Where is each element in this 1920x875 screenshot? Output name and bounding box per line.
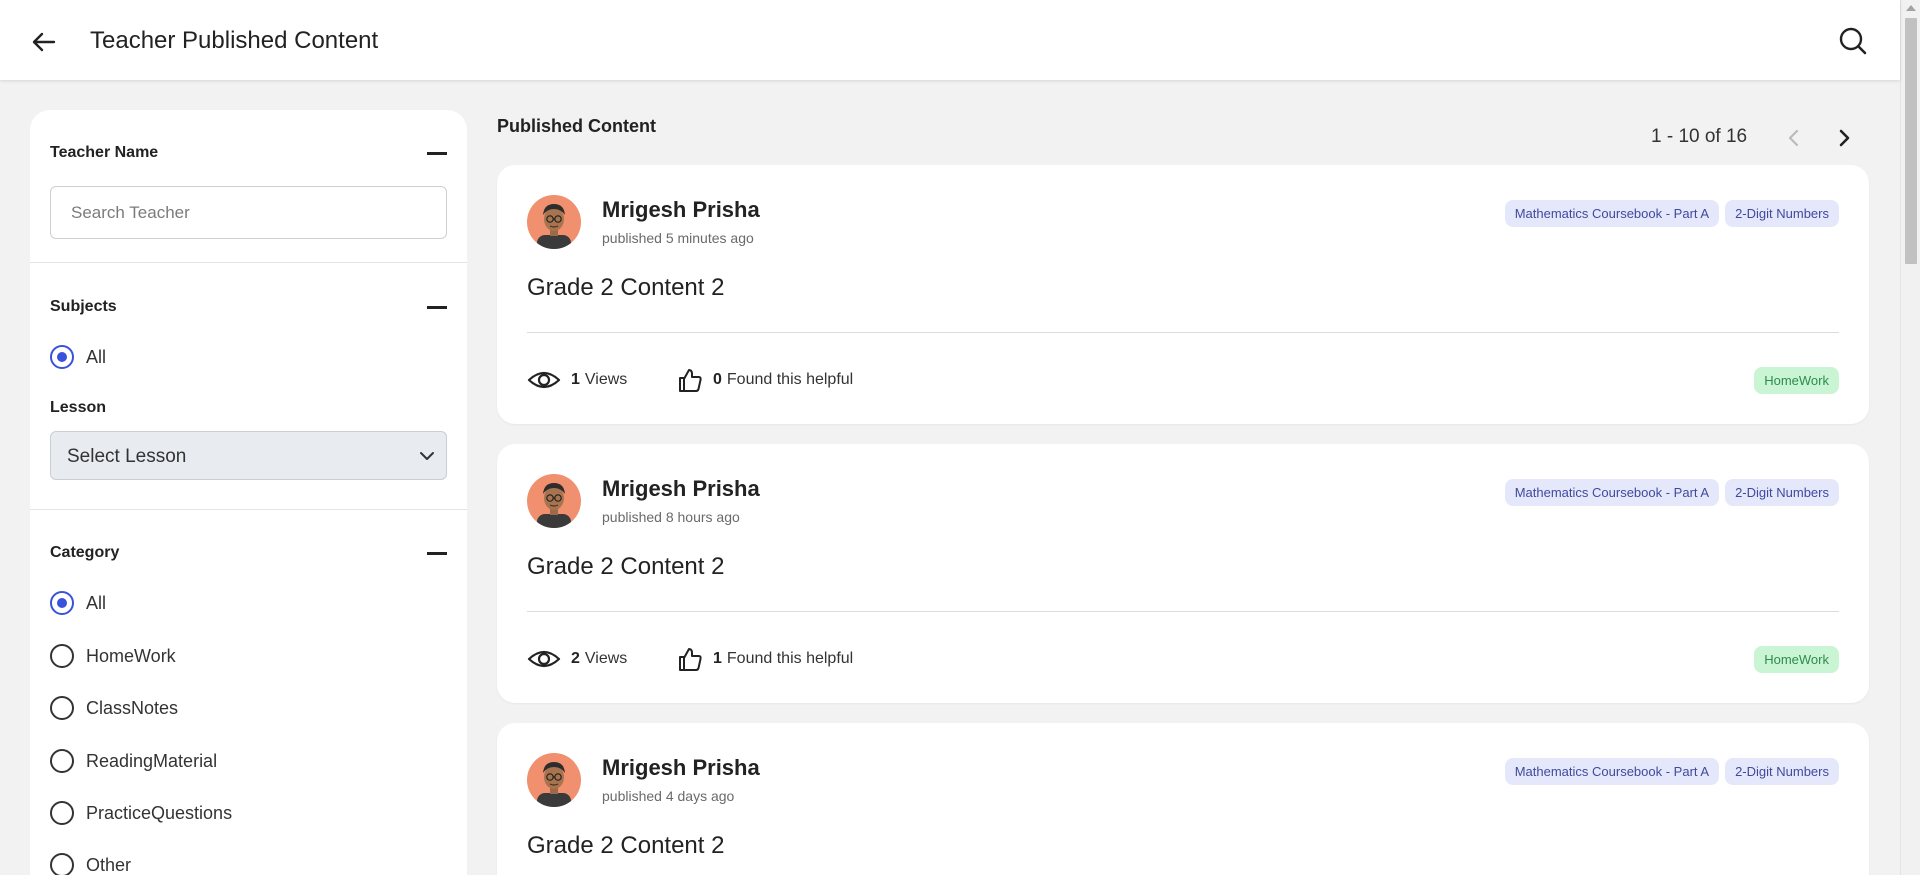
lesson-heading: Lesson (50, 399, 107, 416)
lesson-select-value: Select Lesson (67, 446, 187, 467)
scrollbar-thumb[interactable] (1905, 18, 1917, 264)
category-option-practicequestions[interactable]: PracticeQuestions (50, 798, 232, 828)
published-time: published 5 minutes ago (602, 230, 754, 246)
views-stat: 2 Views (527, 644, 627, 674)
subject-option-all[interactable]: All (50, 342, 106, 372)
helpful-label: Found this helpful (726, 371, 854, 388)
category-option-label: ReadingMaterial (86, 750, 218, 771)
views-label: Views (584, 650, 628, 667)
author-name[interactable]: Mrigesh Prisha (602, 755, 760, 781)
radio-unchecked-icon[interactable] (50, 749, 74, 773)
coursebook-tag: Mathematics Coursebook - Part A (1504, 200, 1720, 227)
content-title[interactable]: Grade 2 Content 2 (527, 274, 724, 302)
tag-list: Mathematics Coursebook - Part A 2-Digit … (1504, 479, 1839, 506)
category-heading: Category (50, 544, 120, 561)
author-name[interactable]: Mrigesh Prisha (602, 476, 760, 502)
thumbs-up-icon[interactable] (677, 367, 703, 393)
category-option-all[interactable]: All (50, 588, 106, 618)
topic-tag: 2-Digit Numbers (1725, 200, 1839, 227)
radio-checked-icon[interactable] (50, 591, 74, 615)
radio-unchecked-icon[interactable] (50, 801, 74, 825)
content-card[interactable]: Mrigesh Prisha published 8 hours ago Mat… (497, 444, 1869, 703)
back-arrow-icon[interactable] (28, 26, 60, 58)
lesson-select[interactable]: Select Lesson (50, 431, 447, 480)
divider (527, 611, 1839, 612)
coursebook-tag: Mathematics Coursebook - Part A (1504, 479, 1720, 506)
divider (30, 262, 467, 263)
avatar (527, 753, 581, 807)
search-icon[interactable] (1838, 26, 1868, 56)
category-option-classnotes[interactable]: ClassNotes (50, 693, 178, 723)
helpful-label: Found this helpful (726, 650, 854, 667)
published-content-heading: Published Content (497, 116, 656, 136)
tag-list: Mathematics Coursebook - Part A 2-Digit … (1504, 758, 1839, 785)
radio-unchecked-icon[interactable] (50, 853, 74, 875)
top-app-bar: Teacher Published Content (0, 0, 1900, 80)
radio-unchecked-icon[interactable] (50, 644, 74, 668)
content-title[interactable]: Grade 2 Content 2 (527, 832, 724, 860)
divider (30, 509, 467, 510)
teacher-collapse-icon[interactable] (427, 152, 447, 155)
views-label: Views (584, 371, 628, 388)
category-collapse-icon[interactable] (427, 552, 447, 555)
helpful-count: 1 (713, 650, 722, 667)
content-card[interactable]: Mrigesh Prisha published 5 minutes ago M… (497, 165, 1869, 424)
category-badge: HomeWork (1754, 367, 1839, 394)
subject-option-label: All (86, 346, 107, 367)
chevron-left-icon[interactable] (1782, 126, 1806, 150)
topic-tag: 2-Digit Numbers (1725, 479, 1839, 506)
category-option-label: ClassNotes (86, 697, 179, 718)
category-badge: HomeWork (1754, 646, 1839, 673)
page-title: Teacher Published Content (90, 27, 379, 54)
category-option-homework[interactable]: HomeWork (50, 641, 176, 671)
avatar (527, 195, 581, 249)
content-title[interactable]: Grade 2 Content 2 (527, 553, 724, 581)
coursebook-tag: Mathematics Coursebook - Part A (1504, 758, 1720, 785)
helpful-stat[interactable]: 0 Found this helpful (677, 365, 853, 395)
divider (527, 332, 1839, 333)
topic-tag: 2-Digit Numbers (1725, 758, 1839, 785)
category-option-readingmaterial[interactable]: ReadingMaterial (50, 746, 217, 776)
tag-list: Mathematics Coursebook - Part A 2-Digit … (1504, 200, 1839, 227)
pagination-range: 1 - 10 of 16 (1651, 126, 1748, 147)
search-teacher-input[interactable] (50, 186, 447, 239)
chevron-down-icon (418, 447, 436, 465)
category-option-label: All (86, 592, 107, 613)
teacher-name-heading: Teacher Name (50, 144, 159, 161)
thumbs-up-icon[interactable] (677, 646, 703, 672)
eye-icon (527, 650, 561, 668)
published-time: published 8 hours ago (602, 509, 740, 525)
category-option-label: HomeWork (86, 645, 176, 666)
scroll-up-arrow-icon[interactable] (1906, 5, 1916, 11)
subjects-heading: Subjects (50, 298, 117, 315)
avatar (527, 474, 581, 528)
views-count: 1 (571, 371, 580, 388)
category-option-label: Other (86, 854, 132, 875)
radio-unchecked-icon[interactable] (50, 696, 74, 720)
page-scrollbar[interactable] (1900, 0, 1920, 875)
published-time: published 4 days ago (602, 788, 735, 804)
helpful-stat[interactable]: 1 Found this helpful (677, 644, 853, 674)
radio-checked-icon[interactable] (50, 345, 74, 369)
eye-icon (527, 371, 561, 389)
author-name[interactable]: Mrigesh Prisha (602, 197, 760, 223)
views-count: 2 (571, 650, 580, 667)
filter-sidebar: Teacher Name Subjects All Lesson Select … (30, 110, 467, 875)
subjects-collapse-icon[interactable] (427, 306, 447, 309)
chevron-right-icon[interactable] (1832, 126, 1856, 150)
helpful-count: 0 (713, 371, 722, 388)
views-stat: 1 Views (527, 365, 627, 395)
category-option-other[interactable]: Other (50, 850, 131, 875)
content-card[interactable]: Mrigesh Prisha published 4 days ago Math… (497, 723, 1869, 875)
category-option-label: PracticeQuestions (86, 802, 233, 823)
